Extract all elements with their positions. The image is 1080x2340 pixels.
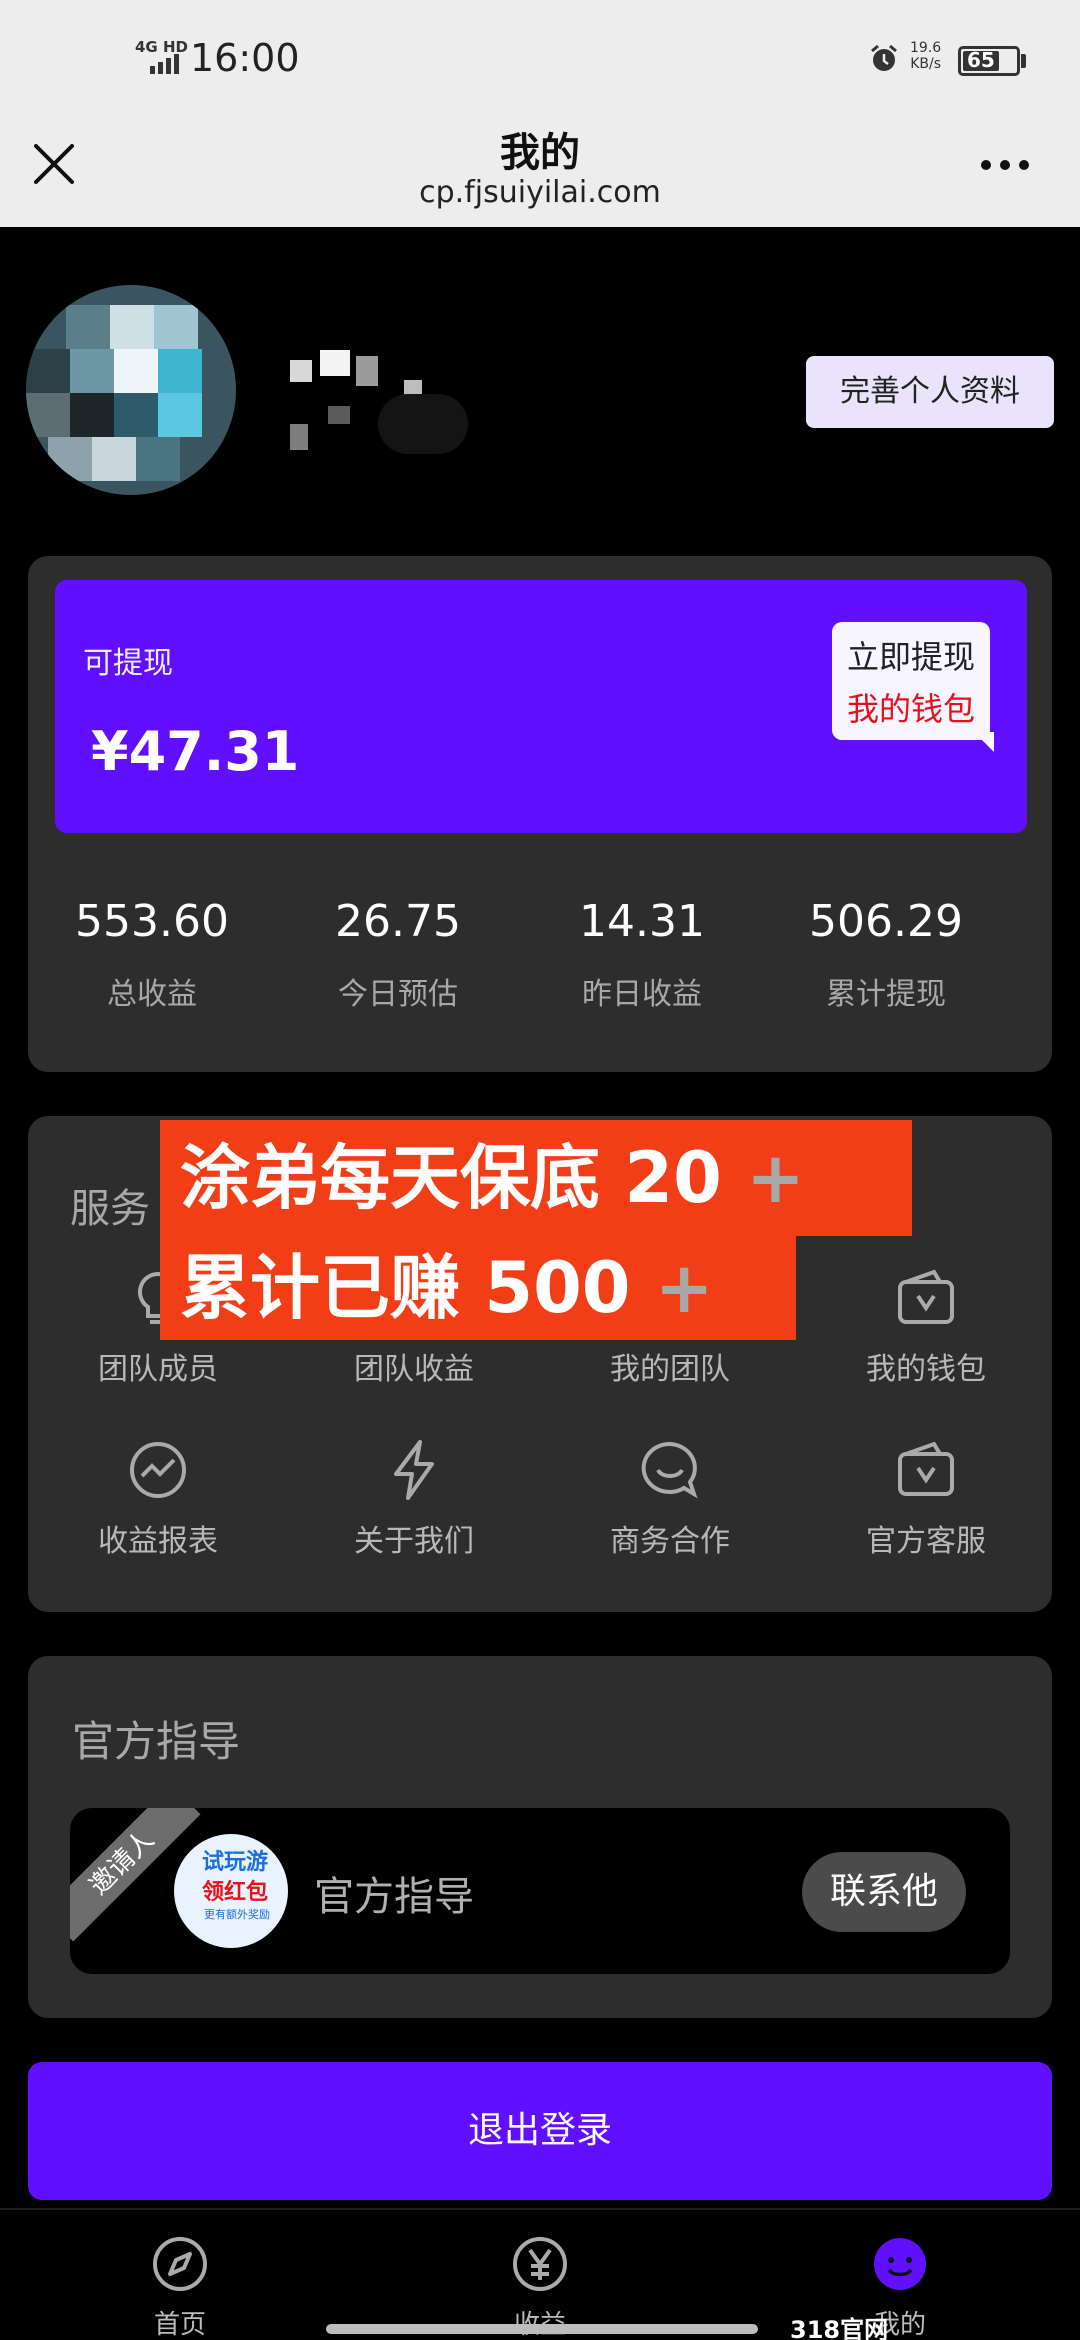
stat-total-earnings: 553.60 总收益: [30, 896, 274, 1013]
battery-level: 65: [967, 48, 995, 72]
more-menu-icon[interactable]: [975, 150, 1035, 180]
stat-label: 总收益: [107, 977, 197, 1012]
logout-button[interactable]: 退出登录: [28, 2062, 1052, 2200]
battery-icon: 65: [958, 46, 1020, 76]
stat-value: 14.31: [579, 896, 705, 947]
lightning-icon: [394, 1440, 434, 1500]
speed-value: 19.6: [910, 40, 942, 56]
service-label: 我的钱包: [866, 1352, 986, 1387]
status-bar: 4G HD 16:00 19.6 KB/s 65: [0, 0, 1080, 100]
compass-icon: [153, 2237, 207, 2291]
promo-banner-line1: 涂弟每天保底 20 +: [160, 1120, 912, 1236]
guide-avatar: 试玩游 领红包 更有额外奖励: [174, 1834, 288, 1948]
guide-name: 官方指导: [314, 1874, 474, 1920]
stat-label: 今日预估: [338, 977, 458, 1012]
wallet-card: 可提现 ¥47.31 立即提现 我的钱包 553.60 总收益 26.75 今日…: [28, 556, 1052, 1072]
trend-chart-icon: [130, 1442, 186, 1498]
service-label: 团队成员: [98, 1352, 218, 1387]
avatar[interactable]: [26, 285, 236, 495]
withdraw-bubble-button[interactable]: 立即提现 我的钱包: [832, 622, 990, 740]
tab-home[interactable]: 首页: [90, 2234, 270, 2340]
promo-plus: +: [654, 1247, 714, 1329]
stat-value: 553.60: [75, 896, 229, 947]
service-my-wallet[interactable]: 我的钱包: [798, 1266, 1054, 1388]
badge-line3: 更有额外奖励: [204, 1908, 270, 1921]
tab-label: 首页: [153, 2310, 206, 2340]
clock: 16:00: [190, 36, 300, 80]
battery-cap: [1021, 54, 1026, 68]
promo-banner-line2: 累计已赚 500 +: [160, 1236, 796, 1340]
service-label: 收益报表: [98, 1524, 218, 1559]
speed-unit: KB/s: [910, 56, 941, 72]
wallet-icon: [898, 1441, 954, 1496]
withdrawable-value: ¥47.31: [91, 720, 300, 783]
home-indicator: [326, 2324, 758, 2334]
tab-label: 收益: [450, 2304, 630, 2340]
edit-profile-button[interactable]: 完善个人资料: [806, 356, 1054, 428]
bubble-tail: [974, 732, 994, 752]
guide-contact-row: 邀请人 试玩游 领红包 更有额外奖励 官方指导 联系他: [70, 1808, 1010, 1974]
stat-yesterday-earnings: 14.31 昨日收益: [520, 896, 764, 1013]
stat-value: 506.29: [809, 896, 963, 947]
smile-face-icon: [874, 2238, 926, 2290]
promo-text: 涂弟每天保底 20: [180, 1137, 722, 1219]
stat-label: 昨日收益: [582, 977, 702, 1012]
service-label: 关于我们: [354, 1524, 474, 1559]
service-business[interactable]: 商务合作: [542, 1438, 798, 1560]
network-speed: 19.6 KB/s: [910, 40, 941, 72]
stat-today-estimate: 26.75 今日预估: [276, 896, 520, 1013]
username-redacted: [280, 340, 510, 460]
alarm-icon: [871, 44, 897, 71]
contact-button[interactable]: 联系他: [802, 1852, 966, 1932]
service-label: 团队收益: [354, 1352, 474, 1387]
stat-label: 累计提现: [826, 977, 946, 1012]
guide-title: 官方指导: [72, 1717, 241, 1766]
my-wallet-label: 我的钱包: [846, 690, 975, 728]
service-label: 官方客服: [866, 1524, 986, 1559]
page-title: 我的: [500, 130, 580, 176]
services-title: 服务: [70, 1186, 150, 1232]
stat-value: 26.75: [335, 896, 461, 947]
service-customer-support[interactable]: 官方客服: [798, 1438, 1054, 1560]
withdrawable-label: 可提现: [83, 646, 173, 681]
stat-total-withdrawn: 506.29 累计提现: [764, 896, 1008, 1013]
yuan-icon: [513, 2237, 567, 2291]
service-about-us[interactable]: 关于我们: [286, 1438, 542, 1560]
chat-smile-icon: [641, 1441, 698, 1499]
wallet-icon: [898, 1269, 954, 1324]
watermark: 318官网 www.e318.com: [790, 2316, 889, 2340]
promo-text: 累计已赚 500: [180, 1247, 631, 1329]
official-guide-card: 官方指导 邀请人 试玩游 领红包 更有额外奖励 官方指导 联系他: [28, 1656, 1052, 2018]
withdraw-now-label: 立即提现: [846, 638, 975, 676]
service-label: 商务合作: [610, 1524, 730, 1559]
badge-line2: 领红包: [202, 1880, 269, 1905]
nav-header: 我的 cp.fjsuiyilai.com: [0, 100, 1080, 227]
service-earnings-report[interactable]: 收益报表: [30, 1438, 286, 1560]
signal-icon: [150, 54, 179, 74]
page-url: cp.fjsuiyilai.com: [419, 175, 661, 210]
badge-line1: 试玩游: [202, 1850, 269, 1875]
promo-plus: +: [746, 1137, 805, 1219]
service-label: 我的团队: [610, 1352, 730, 1387]
